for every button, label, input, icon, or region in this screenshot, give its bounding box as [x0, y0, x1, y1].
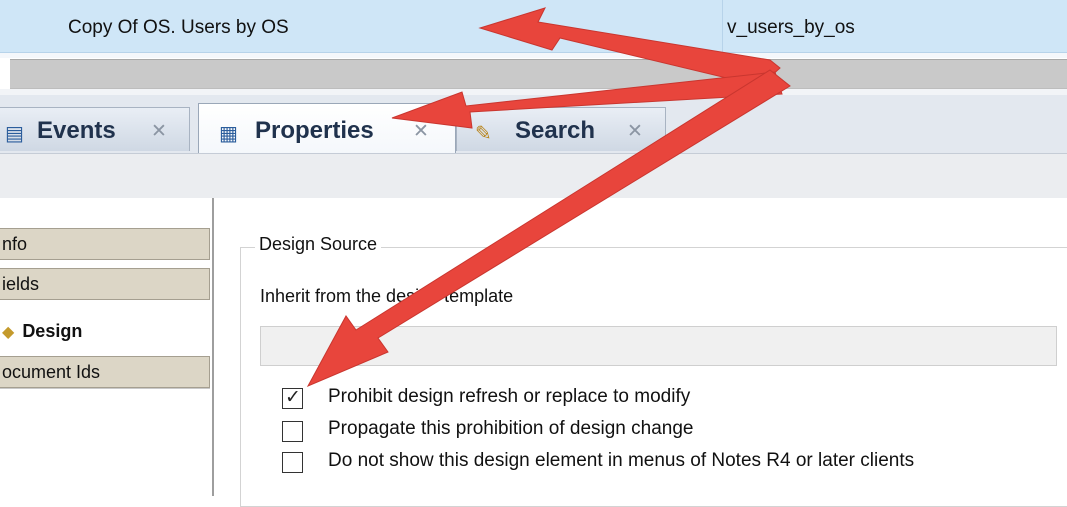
prohibit-refresh-checkbox[interactable]: ✓ [282, 387, 303, 409]
inherit-template-field[interactable] [260, 326, 1057, 366]
search-icon: ✎ [475, 123, 492, 145]
close-icon[interactable]: ✕ [627, 120, 643, 143]
prohibit-refresh-label: Prohibit design refresh or replace to mo… [328, 386, 691, 407]
propagate-prohibition-label: Propagate this prohibition of design cha… [328, 418, 694, 439]
hide-from-menus-checkbox[interactable] [282, 452, 303, 473]
tab-events-label: Events [37, 117, 116, 144]
view-name: Copy Of OS. Users by OS [68, 17, 289, 38]
sidebar-item-label: nfo [2, 234, 28, 254]
tab-search[interactable]: ✎ Search ✕ [456, 107, 666, 151]
tab-properties[interactable]: ▦ Properties ✕ [198, 103, 456, 155]
sidebar-item-document-ids[interactable]: ocument Ids [0, 356, 210, 388]
selected-view-row[interactable]: Copy Of OS. Users by OS v_users_by_os [0, 0, 1067, 53]
close-icon[interactable]: ✕ [413, 120, 429, 143]
properties-icon: ▦ [219, 123, 238, 145]
design-icon: ◆ [2, 324, 15, 341]
hide-from-menus-label: Do not show this design element in menus… [328, 450, 915, 471]
sidebar-item-info[interactable]: nfo [0, 228, 210, 260]
sidebar-item-label: ocument Ids [2, 362, 101, 382]
sidebar-item-label: Design [22, 321, 83, 341]
close-icon[interactable]: ✕ [151, 120, 167, 143]
propagate-prohibition-checkbox[interactable] [282, 421, 303, 442]
row-spacer [0, 53, 1067, 58]
inherit-label: Inherit from the design template [260, 286, 514, 306]
events-icon: ▤ [5, 123, 24, 145]
sidebar-empty-area [0, 388, 210, 497]
view-alias: v_users_by_os [727, 17, 855, 38]
check-icon: ✓ [285, 387, 301, 408]
group-title: Design Source [255, 234, 382, 255]
sidebar-item-label: ields [2, 274, 40, 294]
tab-events[interactable]: ▤ Events ✕ [0, 107, 190, 151]
horizontal-scrollbar[interactable] [10, 59, 1067, 89]
sidebar-item-fields[interactable]: ields [0, 268, 210, 300]
sidebar-item-design[interactable]: ◆ Design [0, 316, 210, 348]
tab-search-label: Search [515, 117, 596, 144]
tab-properties-label: Properties [255, 117, 374, 144]
column-divider [722, 0, 723, 52]
view-toolbar [0, 153, 1067, 199]
